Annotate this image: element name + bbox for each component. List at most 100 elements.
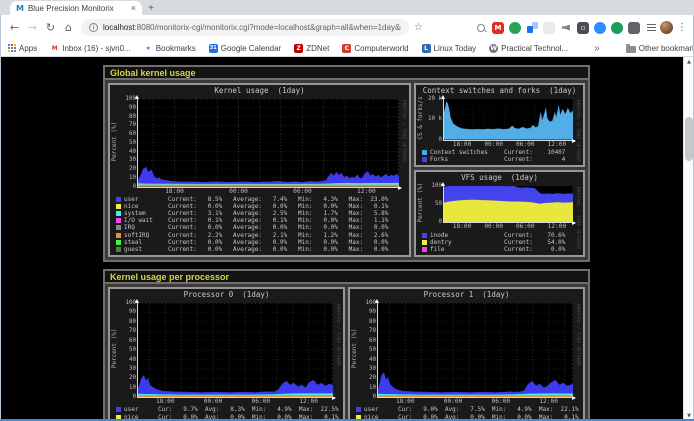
monitorix-favicon-icon: M	[16, 4, 24, 13]
bookmark-star-icon[interactable]: ☆	[414, 22, 423, 33]
legend-label: nice	[124, 203, 168, 210]
processor-1-graph[interactable]: Processor 1 (1day)Percent (%)01020304050…	[348, 287, 585, 421]
plot-area	[138, 303, 333, 397]
megaphone-extension-icon[interactable]	[560, 22, 572, 34]
page-info-icon[interactable]: i	[89, 23, 98, 32]
legend-row: ForksCurrent: 4	[422, 156, 579, 163]
world-extension-icon[interactable]	[509, 22, 521, 34]
bookmark-item-gmail-inbox[interactable]: MInbox (16) - sjvn0...	[50, 44, 130, 53]
apps-icon	[8, 44, 16, 52]
x-tick-label: 12:00	[299, 398, 318, 405]
legend-row: I/O waitCurrent: 0.1% Average: 0.1% Min:…	[116, 217, 405, 224]
tab-list-extension-icon[interactable]	[645, 22, 657, 34]
kernel-usage-graph[interactable]: Kernel usage (1day)Percent (%)0102030405…	[108, 83, 411, 257]
legend-label: user	[364, 406, 398, 413]
legend-label: system	[124, 210, 168, 217]
legend-stats: Current: 70.6%	[504, 232, 565, 239]
x-tick-label: 06:00	[252, 398, 271, 405]
vfs-usage-graph[interactable]: VFS usage (1day)Percent (%)050100RRDTOOL…	[414, 170, 585, 257]
other-bookmarks-button[interactable]: Other bookmarks	[626, 44, 694, 53]
y-tick-label: 90	[369, 309, 376, 315]
mail-extension-icon[interactable]: M	[492, 22, 504, 34]
x-tick-label: 18:00	[396, 398, 415, 405]
home-button[interactable]: ⌂	[60, 21, 77, 34]
legend-color-swatch	[422, 240, 427, 245]
y-axis-line	[137, 97, 138, 188]
bookmark-item-linux-today[interactable]: LLinux Today	[422, 44, 477, 53]
y-tick-label: 80	[369, 319, 376, 325]
legend-label: Context switches	[430, 149, 504, 156]
profile-avatar[interactable]	[660, 21, 673, 34]
legend-color-swatch	[116, 233, 121, 238]
legend-label: I/O wait	[124, 217, 168, 224]
legend-stats: Cur: 9.7% Avg: 8.3% Min: 4.9% Max: 22.5%	[158, 406, 339, 413]
plot-area	[378, 303, 573, 397]
bookmark-label: Computerworld	[354, 44, 408, 53]
back-button[interactable]: ←	[6, 21, 23, 34]
legend-row: systemCurrent: 3.1% Average: 2.5% Min: 1…	[116, 210, 405, 217]
search-extension-icon[interactable]	[475, 22, 487, 34]
legend: inodeCurrent: 70.6%dentryCurrent: 54.0%f…	[416, 230, 583, 255]
y-tick-label: 30	[369, 366, 376, 372]
x-tick-label: 12:00	[548, 223, 567, 230]
y-tick-label: 60	[129, 131, 136, 137]
processor-0-graph[interactable]: Processor 0 (1day)Percent (%)01020304050…	[108, 287, 345, 421]
legend-stats: Current: 0.0% Average: 0.0% Min: 0.0% Ma…	[168, 203, 388, 210]
legend-row: dentryCurrent: 54.0%	[422, 239, 579, 246]
pages-extension-icon[interactable]	[526, 22, 538, 34]
bookmark-item-computerworld[interactable]: CComputerworld	[342, 44, 408, 53]
green-app-extension-icon[interactable]	[611, 22, 623, 34]
window-border-left	[0, 15, 1, 421]
y-tick-label: 50	[369, 347, 376, 353]
y-tick-label: 60	[369, 338, 376, 344]
pin-extension-icon[interactable]	[628, 22, 640, 34]
x-tick-label: 12:00	[539, 398, 558, 405]
y-tick-label: 0	[439, 219, 443, 225]
bookmark-label: Google Calendar	[221, 44, 281, 53]
address-bar[interactable]: i localhost:8080/monitorix-cgi/monitorix…	[81, 19, 409, 36]
legend-color-swatch	[116, 204, 121, 209]
bookmark-item-google-calendar[interactable]: 31Google Calendar	[209, 44, 281, 53]
y-tick-labels: 0102030405060708090100	[119, 303, 138, 397]
x-tick-label: 00:00	[229, 188, 248, 195]
x-tick-label: 12:00	[548, 141, 567, 148]
forward-button[interactable]: →	[24, 21, 41, 34]
y-tick-label: 10 k	[428, 116, 442, 122]
bookmark-label: Inbox (16) - sjvn0...	[62, 44, 130, 53]
frame-extension-icon[interactable]	[543, 22, 555, 34]
bookmark-item-apps[interactable]: Apps	[8, 44, 37, 53]
bookmarks-overflow-chevron[interactable]: »	[594, 43, 600, 54]
legend-label: file	[430, 246, 504, 253]
meet-extension-icon[interactable]	[594, 22, 606, 34]
y-tick-label: 40	[369, 357, 376, 363]
legend-row: userCur: 9.0% Avg: 7.5% Min: 4.9% Max: 2…	[356, 406, 579, 413]
new-tab-button[interactable]: +	[142, 1, 160, 15]
browser-menu-icon[interactable]: ⋮	[676, 22, 688, 33]
x-tick-label: 00:00	[484, 223, 503, 230]
legend-label: dentry	[430, 239, 504, 246]
legend-label: softIRQ	[124, 232, 168, 239]
plot-area	[444, 99, 573, 140]
legend-color-swatch	[116, 225, 121, 230]
plot-row: Percent (%)0102030405060708090100RRDTOOL…	[110, 300, 343, 397]
chart-title: Processor 0 (1day)	[110, 289, 343, 300]
legend-row: inodeCurrent: 70.6%	[422, 231, 579, 238]
url-host: localhost	[103, 23, 135, 32]
browser-tab[interactable]: M Blue Precision Monitorix ×	[10, 1, 142, 15]
y-tick-label: 20 k	[428, 96, 442, 102]
screen-extension-icon[interactable]: ▫	[577, 22, 589, 34]
rrdtool-watermark: RRDTOOL / TOBI OETIKER	[573, 187, 581, 222]
scrollbar-thumb[interactable]	[685, 117, 693, 161]
x-tick-labels: 18:0000:0006:0012:00	[138, 397, 333, 405]
context-switches-graph[interactable]: Context switches and forks (1day)CS & fo…	[414, 83, 585, 167]
bookmark-item-bookmarks[interactable]: ★Bookmarks	[144, 44, 196, 53]
y-tick-labels: 0102030405060708090100	[359, 303, 378, 397]
bookmark-item-zdnet[interactable]: ZZDNet	[294, 44, 329, 53]
bookmark-item-practical-technology[interactable]: WPractical Technol...	[489, 44, 568, 53]
reload-button[interactable]: ↻	[42, 21, 59, 34]
y-tick-label: 90	[129, 105, 136, 111]
browser-window: M Blue Precision Monitorix × + ← → ↻ ⌂ i…	[0, 0, 694, 421]
tab-close-icon[interactable]: ×	[131, 3, 136, 13]
plot-area	[444, 186, 573, 222]
rrdtool-watermark: RRDTOOL / TOBI OETIKER	[333, 304, 341, 397]
